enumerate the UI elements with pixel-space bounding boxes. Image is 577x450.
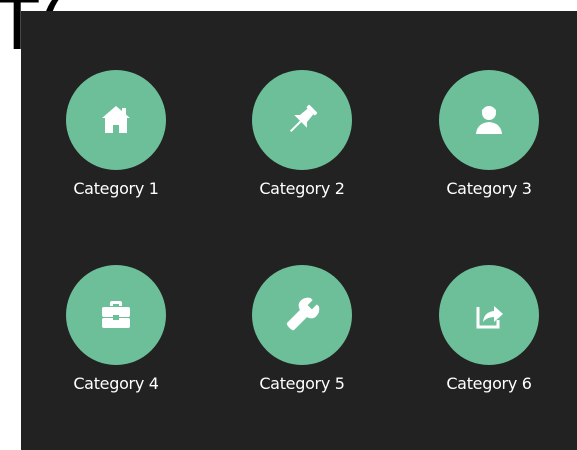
- category-label: Category 5: [259, 374, 345, 393]
- category-circle[interactable]: [252, 265, 352, 365]
- category-circle[interactable]: [252, 70, 352, 170]
- share-icon: [476, 306, 503, 329]
- pushpin-icon: [289, 104, 318, 133]
- category-panel: Category 1 Category 2 Category 3 Categor…: [21, 11, 577, 450]
- category-label: Category 1: [73, 179, 159, 198]
- category-tile-4[interactable]: Category 4: [41, 265, 191, 393]
- wrench-icon: [286, 297, 320, 331]
- category-tile-5[interactable]: Category 5: [227, 265, 377, 393]
- category-label: Category 6: [446, 374, 532, 393]
- category-label: Category 4: [73, 374, 159, 393]
- category-circle[interactable]: [66, 70, 166, 170]
- category-circle[interactable]: [439, 265, 539, 365]
- category-tile-1[interactable]: Category 1: [41, 70, 191, 198]
- category-label: Category 2: [259, 179, 345, 198]
- category-tile-2[interactable]: Category 2: [227, 70, 377, 198]
- category-circle[interactable]: [66, 265, 166, 365]
- user-icon: [476, 106, 502, 134]
- category-tile-3[interactable]: Category 3: [414, 70, 564, 198]
- category-circle[interactable]: [439, 70, 539, 170]
- category-label: Category 3: [446, 179, 532, 198]
- briefcase-icon: [102, 301, 130, 328]
- home-icon: [102, 106, 130, 133]
- page: T( Category 1 Catego: [0, 0, 577, 450]
- category-tile-6[interactable]: Category 6: [414, 265, 564, 393]
